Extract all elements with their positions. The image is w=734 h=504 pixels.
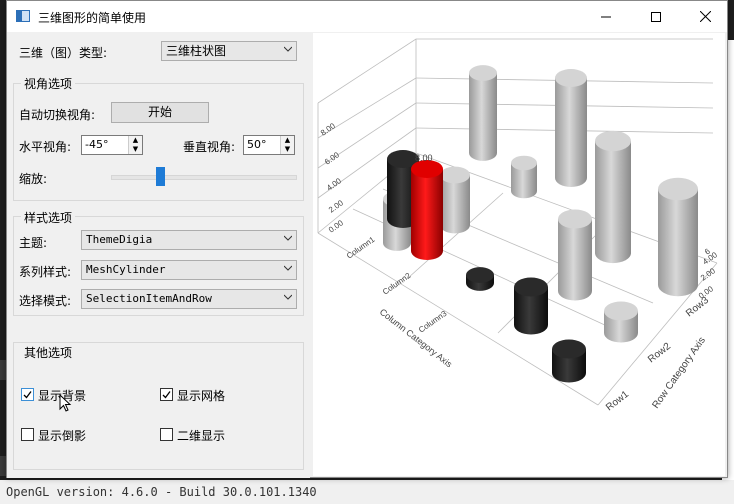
other-options-group	[13, 342, 304, 470]
bar-row2-col1[interactable]	[440, 166, 470, 234]
app-icon	[16, 10, 30, 22]
main-window: 三维图形的简单使用 三维（图）类型: 三维柱状图 视角选项 自动切换视角: 开始…	[6, 0, 728, 478]
bar-row3-col2[interactable]	[469, 65, 497, 161]
selection-mode-select[interactable]: SelectionItemAndRow	[81, 289, 297, 309]
mouse-cursor-icon	[59, 394, 72, 412]
control-panel: 三维（图）类型: 三维柱状图 视角选项 自动切换视角: 开始 水平视角: -45…	[7, 32, 310, 478]
zoom-label: 缩放:	[19, 172, 48, 186]
horizontal-angle-spinbox[interactable]: -45° ▲ ▼	[81, 135, 143, 155]
y-tick-label: 4.00	[325, 176, 343, 193]
y-tick-label: 2.00	[327, 198, 345, 215]
zoom-slider-track[interactable]	[111, 175, 297, 180]
bar-light-5[interactable]	[604, 301, 638, 343]
minimize-button[interactable]	[583, 1, 629, 32]
show-reflection-checkbox[interactable]	[21, 428, 34, 441]
show-background-checkbox[interactable]	[21, 388, 34, 401]
selection-mode-label: 选择模式:	[19, 294, 72, 308]
checkmark-icon	[23, 391, 32, 399]
y-tick-label: 6.00	[323, 150, 341, 167]
selection-mode-value: SelectionItemAndRow	[86, 292, 212, 305]
maximize-button[interactable]	[633, 1, 679, 32]
vertical-angle-spinbox[interactable]: 50° ▲ ▼	[243, 135, 295, 155]
vertical-angle-value: 50°	[247, 138, 267, 151]
vertical-angle-label: 垂直视角:	[183, 140, 236, 154]
spin-up-icon[interactable]: ▲	[128, 136, 142, 145]
graph-type-select[interactable]: 三维柱状图	[161, 41, 297, 61]
graph-type-label: 三维（图）类型:	[19, 46, 108, 60]
spin-down-icon[interactable]: ▼	[128, 145, 142, 154]
graph-type-value: 三维柱状图	[166, 44, 227, 58]
view-options-title: 视角选项	[21, 75, 76, 92]
show-2d-label[interactable]: 二维显示	[177, 427, 225, 444]
maximize-icon	[651, 11, 661, 22]
bar-row3-col3[interactable]	[555, 69, 587, 187]
column-tick-label: Column1	[345, 235, 377, 261]
bar-row2-col3[interactable]	[595, 130, 631, 264]
series-style-value: MeshCylinder	[86, 263, 166, 276]
spin-down-icon[interactable]: ▼	[280, 145, 294, 154]
background-status-bar: OpenGL version: 4.6.0 - Build 30.0.101.1…	[0, 480, 734, 504]
chevron-down-icon	[284, 265, 292, 271]
row-tick-label: Row3	[684, 295, 711, 320]
horizontal-angle-label: 水平视角:	[19, 140, 72, 154]
start-rotate-button[interactable]: 开始	[111, 102, 209, 123]
bars3d-canvas[interactable]: 0.002.004.006.008.000.002.004.006Column1…	[313, 33, 725, 476]
bar-dark-3[interactable]	[514, 277, 548, 335]
column-tick-label: Column3	[417, 309, 449, 335]
bar-dark-4[interactable]	[552, 339, 586, 383]
show-2d-checkbox[interactable]	[160, 428, 173, 441]
spin-up-icon[interactable]: ▲	[280, 136, 294, 145]
selected-value-label: 8.00	[415, 153, 433, 163]
show-grid-label[interactable]: 显示网格	[177, 387, 225, 404]
chevron-down-icon	[284, 235, 292, 241]
close-icon	[699, 11, 711, 22]
horizontal-angle-value: -45°	[85, 138, 109, 151]
style-options-title: 样式选项	[21, 209, 76, 226]
bars-group[interactable]	[383, 65, 698, 383]
bar-selected[interactable]	[411, 160, 443, 260]
other-options-title: 其他选项	[21, 344, 76, 361]
bars3d-view[interactable]: 0.00 2.00 4.00 6.00 8.00 0.00 2.00 4.00 6 Column1…	[313, 33, 725, 476]
bar-row1-col3[interactable]	[558, 209, 592, 301]
y-tick-label: 0.00	[327, 218, 345, 235]
background-status-text: OpenGL version: 4.6.0 - Build 30.0.101.1…	[6, 485, 317, 499]
chevron-down-icon	[284, 46, 292, 52]
bar-dark-2[interactable]	[466, 267, 494, 291]
row-tick-label: Row2	[646, 341, 673, 366]
minimize-icon	[601, 16, 611, 17]
chevron-down-icon	[284, 294, 292, 300]
zoom-slider-handle[interactable]	[155, 167, 165, 186]
close-button[interactable]	[682, 1, 728, 32]
theme-value: ThemeDigia	[86, 233, 153, 246]
theme-label: 主题:	[19, 236, 48, 250]
auto-rotate-label: 自动切换视角:	[19, 108, 96, 122]
series-style-label: 系列样式:	[19, 265, 72, 279]
window-title: 三维图形的简单使用	[38, 11, 147, 25]
bar-row1-col4[interactable]	[658, 177, 698, 297]
theme-select[interactable]: ThemeDigia	[81, 230, 297, 250]
checkmark-icon	[162, 391, 171, 399]
right-tick-label: 2.00	[699, 266, 717, 283]
series-style-select[interactable]: MeshCylinder	[81, 260, 297, 280]
title-bar: 三维图形的简单使用	[7, 1, 727, 32]
bar-row2-col2[interactable]	[511, 155, 537, 199]
show-reflection-label[interactable]: 显示倒影	[38, 427, 86, 444]
show-grid-checkbox[interactable]	[160, 388, 173, 401]
y-tick-label: 8.00	[319, 121, 337, 138]
